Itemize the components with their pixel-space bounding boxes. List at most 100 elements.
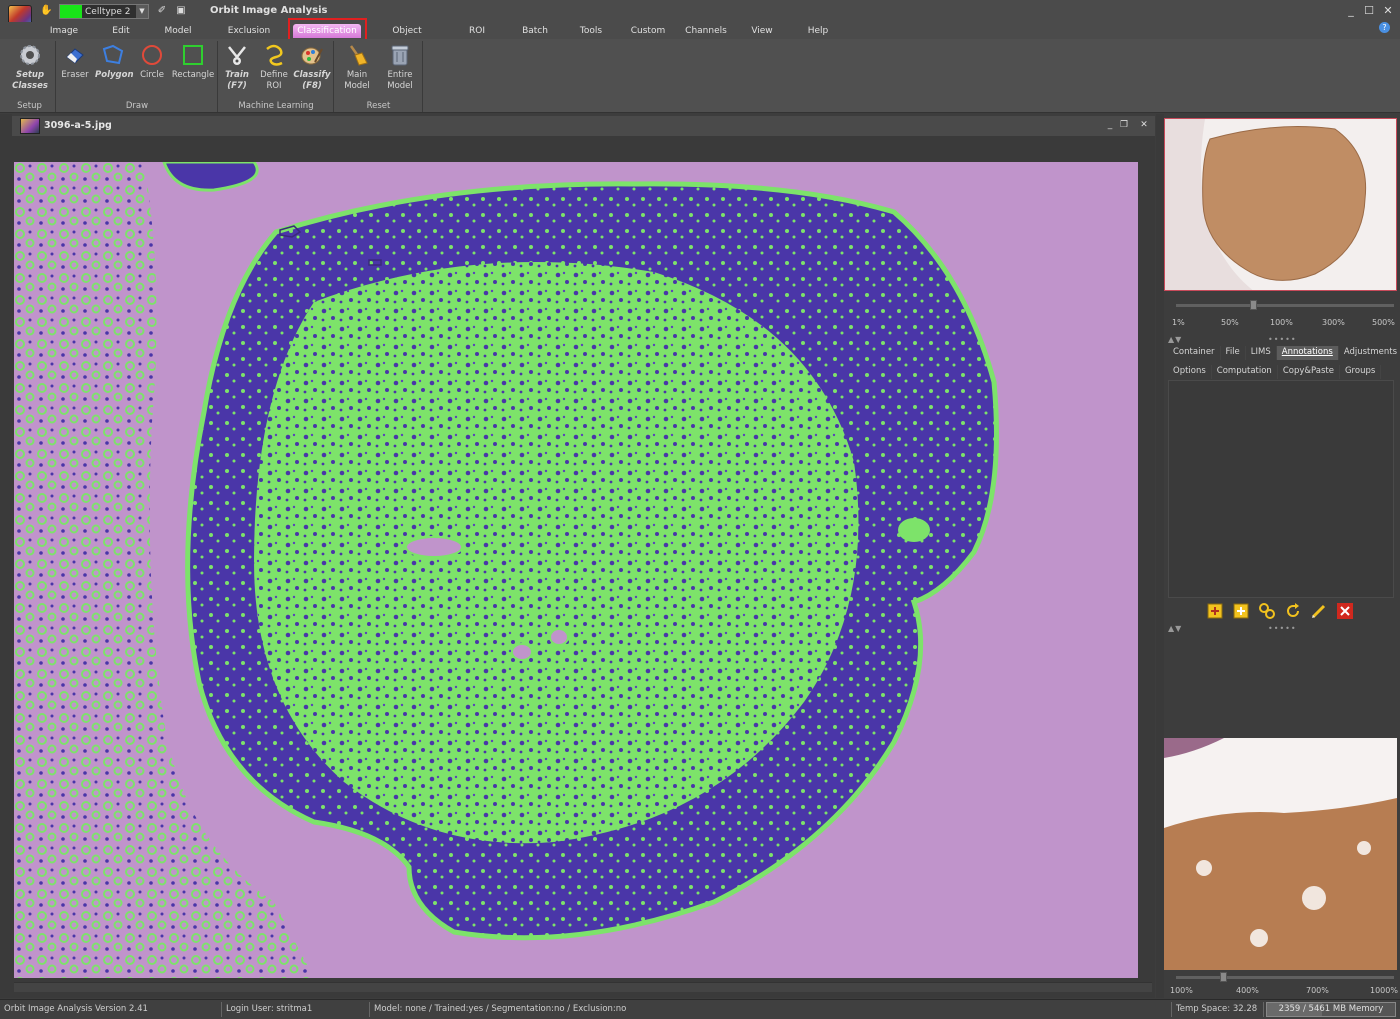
memory-usage-text: 2359 / 5461 MB Memory [1278,1004,1384,1014]
train-button[interactable]: Train (F7) [221,43,253,92]
ribbon-group-machine-learning: Train (F7) Define ROI Classify (F8) Mach… [219,41,334,112]
annotation-sub-tabs: Options Computation Copy&Paste Groups [1168,365,1382,379]
zoom-labels: 1% 50% 100% 300% 500% [1172,318,1395,327]
setup-classes-button[interactable]: Setup Classes [8,43,52,92]
tab-file[interactable]: File [1221,346,1246,360]
gear-icon [18,43,42,67]
ribbon-group-label: Setup [17,101,42,111]
close-icon[interactable]: ✕ [1381,4,1395,18]
panel-grip-icon[interactable]: ••••• [1268,336,1297,344]
edit-icon[interactable] [1308,601,1329,621]
classified-image-view[interactable] [14,162,1138,978]
classify-icon [300,43,324,67]
trash-icon [388,43,412,67]
memory-usage-bar[interactable]: 2359 / 5461 MB Memory [1266,1002,1396,1017]
detail-magnifier-view[interactable] [1164,738,1397,970]
tab-batch[interactable]: Batch [514,24,556,38]
tab-annotations[interactable]: Annotations [1276,346,1339,360]
train-icon [225,43,249,67]
tab-exclusion-model[interactable]: Exclusion Model [213,24,285,50]
tab-edit[interactable]: Edit [100,24,142,38]
collapse-arrows-icon[interactable]: ▲▼ [1168,336,1182,344]
broom-icon [345,43,369,67]
define-roi-button[interactable]: Define ROI [257,43,291,92]
tab-custom[interactable]: Custom [626,24,670,38]
panel-tabs: Container File LIMS Annotations Adjustme… [1168,346,1400,360]
tab-copy-paste[interactable]: Copy&Paste [1278,365,1340,379]
polygon-icon [101,43,125,67]
tab-computation[interactable]: Computation [1212,365,1278,379]
minimize-icon[interactable]: _ [1344,4,1358,18]
detail-zoom-thumb[interactable] [1220,972,1227,982]
doc-close-icon[interactable]: ✕ [1138,119,1150,131]
detail-zoom-slider[interactable] [1176,972,1394,982]
circle-button[interactable]: Circle [135,43,169,81]
add-annotation-icon[interactable] [1230,601,1251,621]
tab-image[interactable]: Image [40,24,88,38]
ribbon-group-reset: Main Model Entire Model Reset [335,41,423,112]
screenshot-icon[interactable]: ▣ [175,5,187,17]
help-icon[interactable]: ? [1379,22,1390,33]
horizontal-scrollbar[interactable] [14,982,1152,992]
doc-restore-icon[interactable]: ❐ [1118,119,1130,131]
ribbon-group-label: Machine Learning [238,101,314,111]
panel-grip-icon-2[interactable]: ••••• [1268,625,1297,633]
panel-splitter[interactable] [1156,114,1164,998]
circle-icon [140,43,164,67]
pick-tool-icon[interactable]: ✐ [156,5,168,17]
image-file-icon [20,118,40,134]
tab-model[interactable]: Model [155,24,201,38]
overview-thumbnail[interactable] [1164,118,1397,291]
delete-icon[interactable] [1334,601,1355,621]
tab-container[interactable]: Container [1168,346,1221,360]
title-bar: ✋ Celltype 2 ▼ ✐ ▣ Orbit Image Analysis … [0,0,1400,29]
tab-tools[interactable]: Tools [570,24,612,38]
tab-view[interactable]: View [742,24,782,38]
refresh-icon[interactable] [1282,601,1303,621]
zoom-slider[interactable] [1176,300,1394,310]
tab-object-detection[interactable]: Object Detection [370,24,444,50]
doc-minimize-icon[interactable]: _ [1104,119,1116,131]
class-selector[interactable]: Celltype 2 ▼ [59,4,149,19]
reset-entire-model-button[interactable]: Entire Model [381,43,419,92]
rectangle-button[interactable]: Rectangle [171,43,215,81]
document-title: 3096-a-5.jpg [44,120,112,131]
ribbon-tabs: Image Edit Model Exclusion Model Classif… [0,22,1400,50]
annotation-toolbar [1204,601,1364,621]
status-login-user: Login User: stritma1 [222,1002,370,1017]
tab-help[interactable]: Help [798,24,838,38]
left-dock-strip[interactable] [0,114,12,998]
ribbon-group-label: Draw [125,101,149,111]
reset-main-model-button[interactable]: Main Model [339,43,375,92]
status-bar: Orbit Image Analysis Version 2.41 Login … [0,999,1400,1019]
eraser-button[interactable]: Eraser [59,43,91,81]
classify-button[interactable]: Classify (F8) [293,43,331,92]
tab-groups[interactable]: Groups [1340,365,1382,379]
ribbon-group-label: Reset [366,101,391,111]
window-title: Orbit Image Analysis [210,5,328,16]
chevron-down-icon[interactable]: ▼ [136,5,148,18]
status-model: Model: none / Trained:yes / Segmentation… [370,1002,1172,1017]
link-icon[interactable] [1256,601,1277,621]
tab-lims[interactable]: LIMS [1246,346,1277,360]
ribbon-group-setup: Setup Classes Setup [4,41,56,112]
polygon-button[interactable]: Polygon [95,43,134,81]
tab-channels[interactable]: Channels [683,24,729,38]
eraser-icon [63,43,87,67]
tab-options[interactable]: Options [1168,365,1212,379]
maximize-icon[interactable]: ☐ [1362,4,1376,18]
define-roi-icon [262,43,286,67]
status-version: Orbit Image Analysis Version 2.41 [0,1002,222,1017]
hand-tool-icon[interactable]: ✋ [40,5,52,17]
rectangle-icon [181,43,205,67]
annotation-list[interactable] [1168,380,1394,598]
collapse-arrows-icon-2[interactable]: ▲▼ [1168,625,1182,633]
status-temp-space: Temp Space: 32.28 GB [1172,1002,1264,1017]
zoom-slider-thumb[interactable] [1250,300,1257,310]
import-icon[interactable] [1204,601,1225,621]
tab-adjustments[interactable]: Adjustments [1339,346,1400,360]
class-color-swatch [60,5,82,18]
ribbon-group-draw: Eraser Polygon Circle Rectangle Draw [57,41,218,112]
tab-roi[interactable]: ROI [458,24,496,38]
ribbon: Setup Classes Setup Eraser Polygon Circl… [0,39,1400,113]
